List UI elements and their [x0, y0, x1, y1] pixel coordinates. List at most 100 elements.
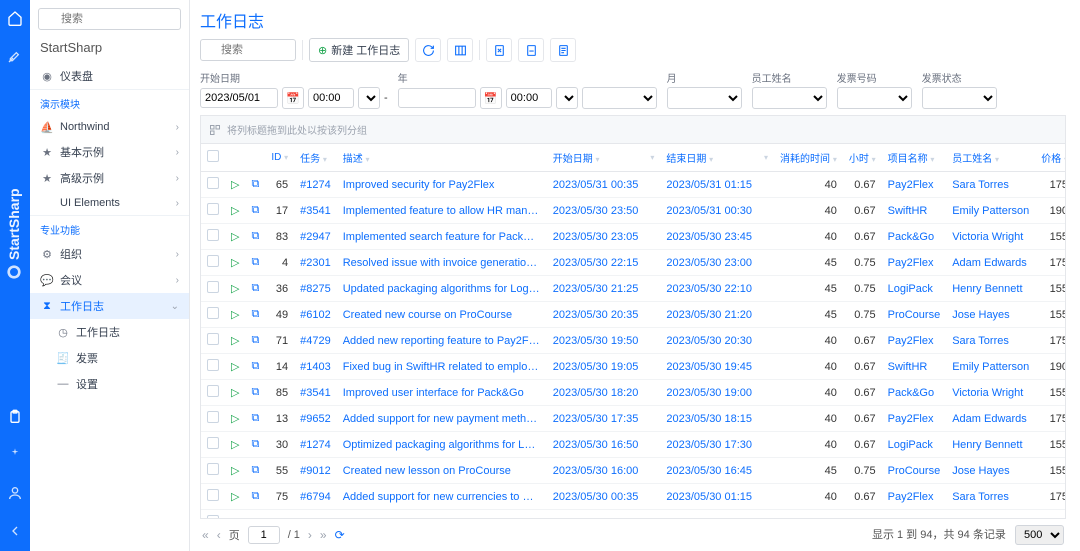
pager-prev-icon[interactable]: ‹ — [217, 528, 221, 542]
end-time-input[interactable] — [506, 88, 552, 108]
sidebar-subitem[interactable]: —设置 — [30, 371, 189, 397]
end-time-dd[interactable] — [556, 87, 578, 109]
cell-proj[interactable]: LogiPack — [882, 432, 947, 458]
cell-emp[interactable]: Henry Bennett — [946, 432, 1035, 458]
play-icon[interactable]: ▷ — [231, 361, 239, 373]
cell-proj[interactable]: Pay2Flex — [882, 328, 947, 354]
play-icon[interactable]: ▷ — [231, 205, 239, 217]
table-row[interactable]: ▷ ⧉ 49 #6102 Created new course on ProCo… — [201, 302, 1066, 328]
link-icon[interactable]: ⧉ — [251, 490, 259, 502]
table-row[interactable]: ▷ ⧉ 4 #2301 Resolved issue with invoice … — [201, 250, 1066, 276]
cell-task[interactable]: #1403 — [294, 354, 337, 380]
clipboard-icon[interactable] — [3, 405, 27, 429]
cell-task[interactable]: #1274 — [294, 172, 337, 198]
table-row[interactable]: ▷ ⧉ 75 #6794 Added support for new curre… — [201, 484, 1066, 510]
cell-task[interactable]: #6794 — [294, 484, 337, 510]
row-checkbox[interactable] — [207, 203, 219, 215]
cell-task[interactable]: #1274 — [294, 432, 337, 458]
grid-search-input[interactable] — [200, 39, 296, 61]
cell-emp[interactable]: Emily Patterson — [946, 510, 1035, 520]
cell-proj[interactable]: Pay2Flex — [882, 250, 947, 276]
pager-next-icon[interactable]: › — [308, 528, 312, 542]
cell-task[interactable]: #6102 — [294, 302, 337, 328]
calendar-icon[interactable]: 📅 — [480, 87, 502, 109]
cell-emp[interactable]: Emily Patterson — [946, 198, 1035, 224]
cell-emp[interactable]: Victoria Wright — [946, 224, 1035, 250]
play-icon[interactable]: ▷ — [231, 283, 239, 295]
cell-emp[interactable]: Jose Hayes — [946, 458, 1035, 484]
col-header[interactable]: 描述 ▾ — [337, 144, 547, 172]
col-header[interactable]: ID ▾ — [265, 144, 294, 172]
play-icon[interactable]: ▷ — [231, 309, 239, 321]
row-checkbox[interactable] — [207, 281, 219, 293]
cell-proj[interactable]: SwiftHR — [882, 510, 947, 520]
link-icon[interactable]: ⧉ — [251, 360, 259, 372]
play-icon[interactable]: ▷ — [231, 387, 239, 399]
cell-proj[interactable]: ProCourse — [882, 458, 947, 484]
new-button[interactable]: ⊕新建 工作日志 — [309, 38, 409, 62]
col-header[interactable]: 小时 ▾ — [843, 144, 882, 172]
export-excel-icon[interactable] — [486, 38, 512, 62]
cell-desc[interactable]: Added support for new payment methods to… — [337, 406, 547, 432]
invst-select[interactable] — [922, 87, 997, 109]
col-header[interactable]: ▾ — [644, 144, 660, 172]
link-icon[interactable]: ⧉ — [251, 334, 259, 346]
sidebar-item[interactable]: ⚙组织› — [30, 241, 189, 267]
col-header[interactable]: 开始日期 ▾ — [547, 144, 645, 172]
cell-task[interactable]: #9362 — [294, 510, 337, 520]
cell-proj[interactable]: Pack&Go — [882, 224, 947, 250]
cell-emp[interactable]: Adam Edwards — [946, 406, 1035, 432]
play-icon[interactable]: ▷ — [231, 491, 239, 503]
table-row[interactable]: ▷ ⧉ 71 #4729 Added new reporting feature… — [201, 328, 1066, 354]
row-checkbox[interactable] — [207, 333, 219, 345]
row-checkbox[interactable] — [207, 411, 219, 423]
refresh-icon[interactable] — [415, 38, 441, 62]
sidebar-item[interactable]: ◉仪表盘 — [30, 63, 189, 89]
play-icon[interactable]: ▷ — [231, 257, 239, 269]
pager-last-icon[interactable]: » — [320, 528, 327, 542]
sidebar-subitem[interactable]: 🧾发票 — [30, 345, 189, 371]
table-row[interactable]: ▷ ⧉ 25 #9362 Implemented feature to allo… — [201, 510, 1066, 520]
cell-proj[interactable]: Pack&Go — [882, 380, 947, 406]
cell-proj[interactable]: Pay2Flex — [882, 484, 947, 510]
table-row[interactable]: ▷ ⧉ 85 #3541 Improved user interface for… — [201, 380, 1066, 406]
sidebar-item[interactable]: ⧗工作日志⌄ — [30, 293, 189, 319]
tools-icon[interactable] — [3, 44, 27, 68]
cell-proj[interactable]: LogiPack — [882, 276, 947, 302]
sparkle-icon[interactable] — [3, 443, 27, 467]
start-date-input[interactable] — [200, 88, 278, 108]
sidebar-item[interactable]: 💬会议› — [30, 267, 189, 293]
table-row[interactable]: ▷ ⧉ 83 #2947 Implemented search feature … — [201, 224, 1066, 250]
link-icon[interactable]: ⧉ — [251, 412, 259, 424]
cell-emp[interactable]: Adam Edwards — [946, 250, 1035, 276]
cell-desc[interactable]: Improved user interface for Pack&Go — [337, 380, 547, 406]
col-header[interactable]: 员工姓名 ▾ — [946, 144, 1035, 172]
cell-task[interactable]: #3541 — [294, 198, 337, 224]
cell-emp[interactable]: Jose Hayes — [946, 302, 1035, 328]
play-icon[interactable]: ▷ — [231, 439, 239, 451]
cell-emp[interactable]: Henry Bennett — [946, 276, 1035, 302]
pager-refresh-icon[interactable]: ⟳ — [335, 528, 345, 542]
cell-emp[interactable]: Sara Torres — [946, 172, 1035, 198]
link-icon[interactable]: ⧉ — [251, 464, 259, 476]
play-icon[interactable]: ▷ — [231, 413, 239, 425]
row-checkbox[interactable] — [207, 255, 219, 267]
calendar-icon[interactable]: 📅 — [282, 87, 304, 109]
cell-desc[interactable]: Improved security for Pay2Flex — [337, 172, 547, 198]
row-checkbox[interactable] — [207, 385, 219, 397]
pager-page-input[interactable] — [248, 526, 280, 544]
cell-proj[interactable]: ProCourse — [882, 302, 947, 328]
cell-desc[interactable]: Implemented feature to allow HR managers… — [337, 510, 547, 520]
link-icon[interactable]: ⧉ — [251, 256, 259, 268]
cell-desc[interactable]: Created new course on ProCourse — [337, 302, 547, 328]
export-pdf-icon[interactable] — [518, 38, 544, 62]
cell-proj[interactable]: Pay2Flex — [882, 406, 947, 432]
link-icon[interactable]: ⧉ — [251, 178, 259, 190]
link-icon[interactable]: ⧉ — [251, 308, 259, 320]
cell-proj[interactable]: Pay2Flex — [882, 172, 947, 198]
end-date-input[interactable] — [398, 88, 476, 108]
row-checkbox[interactable] — [207, 229, 219, 241]
col-header[interactable]: 价格 ▾ — [1035, 144, 1066, 172]
cell-desc[interactable]: Added support for new currencies to Pay2… — [337, 484, 547, 510]
row-checkbox[interactable] — [207, 307, 219, 319]
